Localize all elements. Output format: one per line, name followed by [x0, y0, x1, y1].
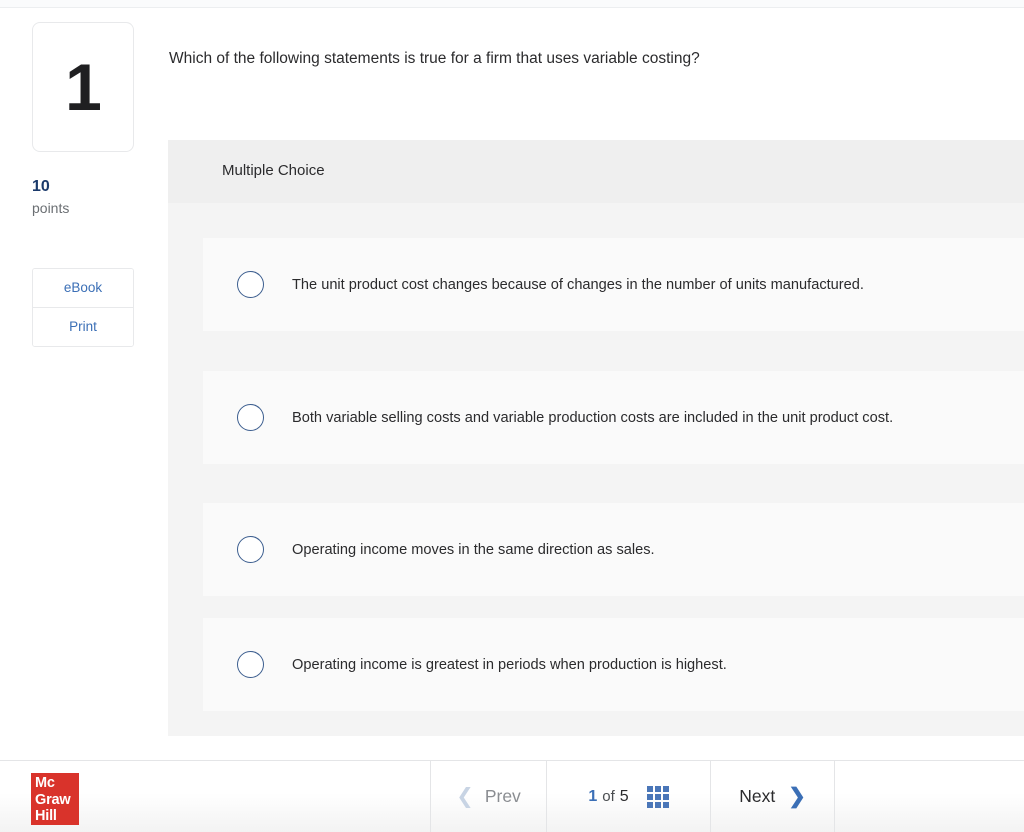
grid-cell [646, 801, 653, 808]
points-value: 10 [32, 178, 50, 195]
pager-readout: 1 of 5 [588, 788, 628, 806]
grid-cell [646, 793, 653, 800]
answer-option-row[interactable]: Operating income is greatest in periods … [203, 618, 1024, 711]
answer-options-panel: Multiple Choice The unit product cost ch… [168, 140, 1024, 736]
question-grid-icon[interactable] [646, 785, 669, 808]
top-chrome-strip [0, 0, 1024, 8]
radio-button-icon[interactable] [237, 271, 264, 298]
question-sidebar: 1 10 points eBook Print [0, 9, 168, 760]
grid-cell [654, 793, 661, 800]
question-number: 1 [65, 50, 102, 124]
logo-line-1: Mc [35, 775, 55, 791]
assignment-question-page: 1 10 points eBook Print Which of the fol… [0, 0, 1024, 832]
answer-option-row[interactable]: Operating income moves in the same direc… [203, 503, 1024, 596]
footer-bar: Mc Graw Hill ❮ Prev 1 of 5 Next ❯ [0, 760, 1024, 832]
question-navigation: ❮ Prev 1 of 5 Next ❯ [430, 761, 835, 832]
answer-option-label: Operating income moves in the same direc… [292, 541, 655, 558]
question-type-header: Multiple Choice [168, 140, 1024, 203]
chevron-right-icon: ❯ [788, 785, 806, 808]
prev-question-button[interactable]: ❮ Prev [430, 761, 546, 832]
grid-cell [662, 793, 669, 800]
resource-tools-box: eBook Print [32, 268, 134, 347]
grid-cell [654, 785, 661, 792]
grid-cell [646, 785, 653, 792]
radio-button-icon[interactable] [237, 651, 264, 678]
answer-option-label: Operating income is greatest in periods … [292, 656, 727, 673]
answer-option-row[interactable]: The unit product cost changes because of… [203, 238, 1024, 331]
logo-line-2: Graw [35, 791, 71, 808]
grid-cell [662, 785, 669, 792]
grid-cell [662, 801, 669, 808]
pager-of-label: of [602, 787, 615, 805]
pager-total-pages: 5 [619, 787, 629, 805]
ebook-button[interactable]: eBook [33, 269, 133, 307]
answer-option-label: The unit product cost changes because of… [292, 276, 864, 293]
question-number-card: 1 [32, 22, 134, 152]
question-type-label: Multiple Choice [222, 162, 325, 179]
mcgraw-hill-logo: Mc Graw Hill [31, 773, 79, 825]
print-button[interactable]: Print [33, 308, 133, 346]
radio-button-icon[interactable] [237, 536, 264, 563]
points-block: 10 points [32, 177, 142, 218]
answer-option-label: Both variable selling costs and variable… [292, 409, 894, 426]
question-stem-text: Which of the following statements is tru… [169, 50, 700, 67]
next-question-button[interactable]: Next ❯ [710, 761, 835, 832]
grid-cell [654, 801, 661, 808]
logo-line-3: Hill [35, 808, 57, 824]
answer-option-row[interactable]: Both variable selling costs and variable… [203, 371, 1024, 464]
points-label: points [32, 200, 70, 216]
chevron-left-icon: ❮ [456, 785, 474, 808]
next-button-label: Next [739, 786, 776, 806]
pager-current-page: 1 [588, 787, 598, 805]
prev-button-label: Prev [484, 786, 521, 806]
radio-button-icon[interactable] [237, 404, 264, 431]
pager-group: 1 of 5 [546, 761, 710, 832]
